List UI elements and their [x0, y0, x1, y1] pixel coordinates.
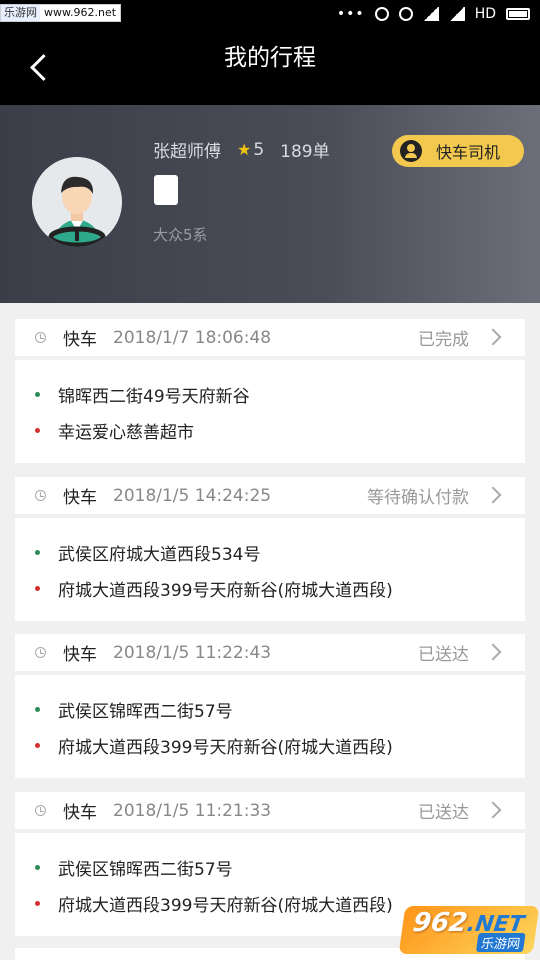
chevron-right-icon	[484, 801, 502, 819]
app-header: 我的行程	[0, 30, 540, 105]
trip-type: 快车	[63, 330, 97, 350]
end-dot-icon	[35, 743, 40, 748]
network-type: HD	[474, 6, 496, 22]
trip-status: 已完成	[418, 330, 469, 350]
signal-icon	[448, 7, 465, 21]
start-address-text: 武侯区锦晖西二街57号	[58, 860, 233, 880]
trip-type: 快车	[63, 803, 97, 823]
trip-start-address: 武侯区锦晖西二街57号	[35, 855, 233, 880]
driver-order-count: 189单	[280, 142, 330, 162]
trip-time: 2018/1/7 18:06:48	[113, 327, 272, 348]
end-address-text: 府城大道西段399号天府新谷(府城大道西段)	[58, 738, 393, 758]
driver-rating: 5	[253, 139, 265, 160]
trip-end-address: 府城大道西段399号天府新谷(府城大道西段)	[35, 576, 393, 601]
end-dot-icon	[35, 586, 40, 591]
driver-type-badge: 快车司机	[392, 135, 524, 167]
watermark-top: 乐游网 www.962.net	[0, 4, 122, 22]
chevron-right-icon	[484, 486, 502, 504]
start-address-text: 锦晖西二街49号天府新谷	[58, 387, 250, 407]
start-dot-icon	[35, 550, 40, 555]
start-dot-icon	[35, 392, 40, 397]
driver-icon	[400, 140, 422, 162]
wifi-icon	[422, 7, 439, 21]
start-dot-icon	[35, 865, 40, 870]
trip-type: 快车	[63, 488, 97, 508]
watermark-url: www.962.net	[44, 6, 117, 19]
trip-route[interactable]: 武侯区府城大道西段534号 府城大道西段399号天府新谷(府城大道西段)	[15, 518, 525, 621]
end-dot-icon	[35, 901, 40, 906]
trip-header[interactable]: 快车 2018/1/5 14:24:25 等待确认付款	[15, 477, 525, 514]
status-icons: ••• HD	[337, 6, 530, 22]
trip-header[interactable]: 快车 2018/1/5 11:21:33 已送达	[15, 792, 525, 829]
start-dot-icon	[35, 707, 40, 712]
trip-end-address: 府城大道西段399号天府新谷(府城大道西段)	[35, 733, 393, 758]
car-model: 大众5系	[153, 226, 208, 244]
start-address-text: 武侯区锦晖西二街57号	[58, 702, 233, 722]
clock-icon	[35, 647, 46, 658]
end-address-text: 幸运爱心慈善超市	[58, 423, 194, 443]
trip-route[interactable]: 锦晖西二街49号天府新谷 幸运爱心慈善超市	[15, 360, 525, 463]
driver-info-row: 张超师傅 ★ 5 189单	[153, 137, 330, 163]
alarm-icon	[398, 7, 413, 21]
sync-icon	[374, 7, 389, 21]
trip-end-address: 幸运爱心慈善超市	[35, 418, 194, 443]
clock-icon	[35, 332, 46, 343]
battery-icon	[506, 8, 530, 20]
trip-start-address: 武侯区锦晖西二街57号	[35, 697, 233, 722]
trip-time: 2018/1/5 11:22:43	[113, 642, 272, 663]
trip-header[interactable]: 快车 2018/1/7 18:06:48 已完成	[15, 319, 525, 356]
trip-card[interactable]: 快车 2018/1/5 14:24:25 等待确认付款 武侯区府城大道西段534…	[15, 477, 525, 621]
chevron-right-icon	[484, 328, 502, 346]
trip-start-address: 锦晖西二街49号天府新谷	[35, 382, 250, 407]
trip-card[interactable]: 快车 2018/1/7 18:06:48 已完成 锦晖西二街49号天府新谷 幸运…	[15, 319, 525, 463]
watermark-name: 乐游网	[475, 933, 526, 952]
driver-name: 张超师傅	[153, 142, 221, 162]
driver-avatar	[32, 157, 122, 247]
clock-icon	[35, 805, 46, 816]
trip-time: 2018/1/5 14:24:25	[113, 485, 272, 506]
end-address-text: 府城大道西段399号天府新谷(府城大道西段)	[58, 581, 393, 601]
trip-card[interactable]: 快车 2018/1/5 11:22:43 已送达 武侯区锦晖西二街57号 府城大…	[15, 634, 525, 778]
watermark-site-name: 乐游网	[1, 5, 40, 21]
license-plate	[154, 175, 178, 205]
watermark-logo: 962.NET 乐游网	[398, 906, 540, 954]
star-icon: ★	[237, 140, 252, 159]
trip-status: 已送达	[418, 645, 469, 665]
trip-status: 已送达	[418, 803, 469, 823]
trip-type: 快车	[63, 645, 97, 665]
chevron-right-icon	[484, 643, 502, 661]
status-bar: 乐游网 www.962.net ••• HD	[0, 0, 540, 30]
driver-type-label: 快车司机	[436, 143, 501, 162]
trip-time: 2018/1/5 11:21:33	[113, 800, 272, 821]
driver-avatar-icon	[32, 157, 122, 247]
trip-header[interactable]: 快车 2018/1/5 11:22:43 已送达	[15, 634, 525, 671]
more-dots-icon: •••	[336, 6, 365, 22]
trip-status: 等待确认付款	[367, 488, 469, 508]
end-dot-icon	[35, 428, 40, 433]
driver-profile: 张超师傅 ★ 5 189单 大众5系 快车司机	[0, 105, 540, 303]
trip-end-address: 府城大道西段399号天府新谷(府城大道西段)	[35, 891, 393, 916]
page-title: 我的行程	[224, 45, 316, 71]
end-address-text: 府城大道西段399号天府新谷(府城大道西段)	[58, 896, 393, 916]
trip-start-address: 武侯区府城大道西段534号	[35, 540, 260, 565]
clock-icon	[35, 490, 46, 501]
trip-route[interactable]: 武侯区锦晖西二街57号 府城大道西段399号天府新谷(府城大道西段)	[15, 675, 525, 778]
start-address-text: 武侯区府城大道西段534号	[58, 545, 261, 565]
